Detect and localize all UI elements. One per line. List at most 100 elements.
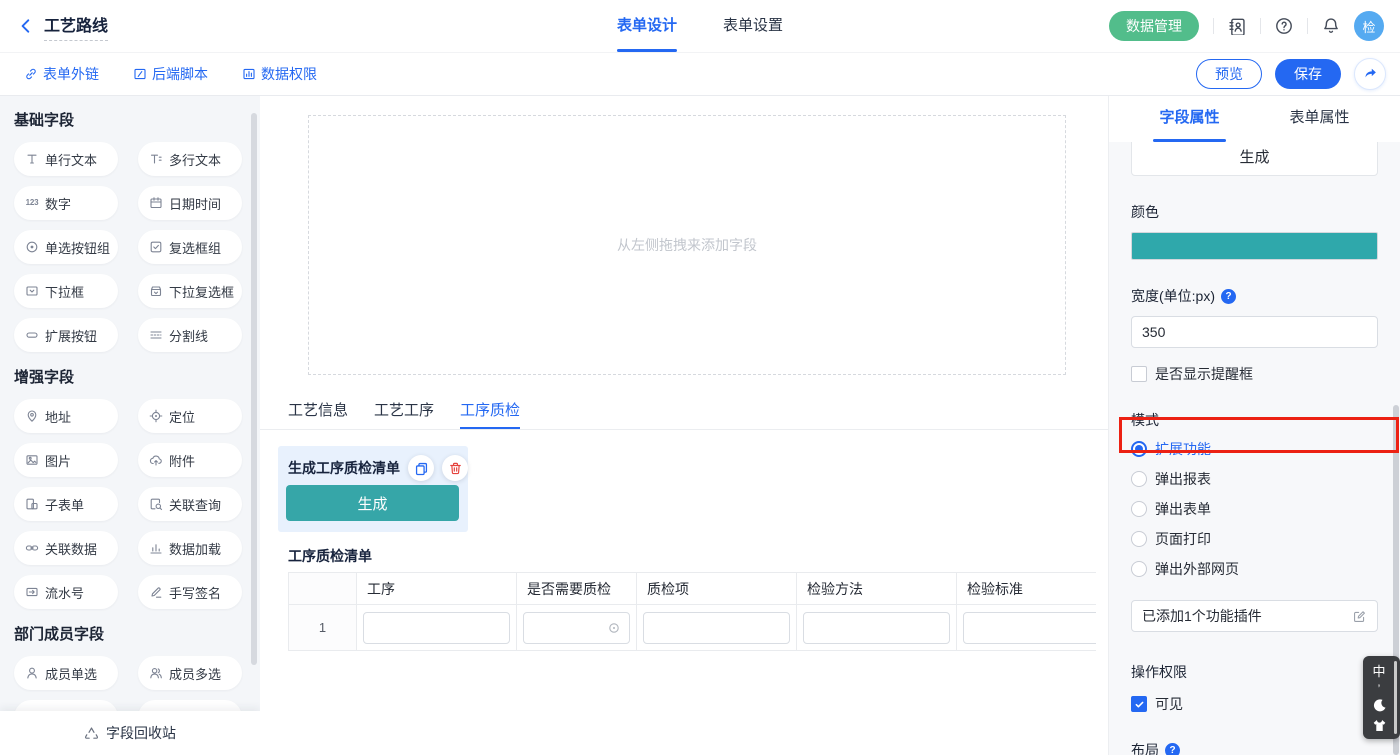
panel-tab-0[interactable]: 字段属性 [1153, 95, 1225, 142]
mode-option-3[interactable]: 页面打印 [1131, 524, 1378, 554]
field-item-label: 附件 [169, 451, 195, 470]
divider [1213, 18, 1214, 34]
width-input[interactable] [1131, 316, 1378, 348]
share-icon[interactable] [1354, 58, 1386, 90]
table-cell-input[interactable] [363, 612, 510, 644]
help-badge-icon[interactable]: ? [1165, 743, 1180, 755]
trash-icon[interactable] [442, 455, 468, 481]
button-preview[interactable]: 生成 [1131, 142, 1378, 176]
field-item[interactable]: 单行文本 [14, 142, 118, 176]
toolbar-link-2[interactable]: 数据权限 [242, 64, 317, 84]
dropzone-hint: 从左侧拖拽来添加字段 [617, 235, 757, 255]
field-item[interactable]: 123数字 [14, 186, 118, 220]
header-tab-0[interactable]: 表单设计 [617, 0, 677, 52]
field-item[interactable]: 下拉框 [14, 274, 118, 308]
sidebar-scrollbar[interactable] [251, 113, 257, 665]
canvas-tab-0[interactable]: 工艺信息 [288, 394, 348, 429]
reminder-checkbox-row[interactable]: 是否显示提醒框 [1131, 364, 1378, 384]
bell-icon[interactable] [1322, 17, 1340, 35]
field-item[interactable]: 分割线 [138, 318, 242, 352]
help-badge-icon[interactable]: ? [1221, 289, 1236, 304]
subtable: 工序是否需要质检质检项检验方法检验标准 1 [288, 572, 1096, 651]
punctuation-icon[interactable]: ’ [1378, 686, 1380, 693]
table-cell-input[interactable] [963, 612, 1096, 644]
ime-language-indicator[interactable]: 中 [1372, 661, 1385, 680]
field-item[interactable]: 附件 [138, 443, 242, 477]
field-item[interactable]: 扩展按钮 [14, 318, 118, 352]
plugin-field[interactable]: 已添加1个功能插件 [1131, 600, 1378, 632]
visible-checkbox[interactable] [1131, 696, 1147, 712]
field-item[interactable]: 关联数据 [14, 531, 118, 565]
radio-icon[interactable] [1131, 441, 1147, 457]
mode-option-0[interactable]: 扩展功能 [1131, 434, 1378, 464]
shirt-icon[interactable] [1372, 718, 1387, 733]
table-cell [637, 605, 797, 651]
link-icon [24, 67, 38, 81]
mode-option-2[interactable]: 弹出表单 [1131, 494, 1378, 524]
radio-icon[interactable] [1131, 471, 1147, 487]
table-column-header: 工序 [357, 573, 517, 605]
toolbar-link-label: 数据权限 [261, 64, 317, 84]
sidebar-section-title: 部门成员字段 [14, 623, 246, 644]
field-item[interactable]: 流水号 [14, 575, 118, 609]
field-recycle-bin[interactable]: 字段回收站 [0, 711, 260, 755]
width-label: 宽度(单位:px) ? [1131, 286, 1378, 306]
avatar[interactable]: 检 [1354, 11, 1384, 41]
selected-field-widget[interactable]: 生成工序质检清单 生成 [278, 446, 468, 532]
table-column-header: 检验标准 [957, 573, 1097, 605]
radio-icon[interactable] [1131, 531, 1147, 547]
header-tabs: 表单设计表单设置 [617, 0, 783, 52]
save-button[interactable]: 保存 [1275, 59, 1341, 89]
table-cell [797, 605, 957, 651]
contacts-icon[interactable] [1228, 17, 1246, 35]
field-item[interactable]: 单选按钮组 [14, 230, 118, 264]
toolbar-link-1[interactable]: 后端脚本 [133, 64, 208, 84]
copy-icon[interactable] [408, 455, 434, 481]
field-item[interactable]: 数据加载 [138, 531, 242, 565]
ime-toolbar[interactable]: 中 ’ [1363, 656, 1400, 739]
field-item[interactable]: 成员多选 [138, 656, 242, 690]
visible-checkbox-row[interactable]: 可见 [1131, 694, 1378, 714]
reminder-checkbox[interactable] [1131, 366, 1147, 382]
field-item-label: 图片 [45, 451, 71, 470]
field-item[interactable]: 关联查询 [138, 487, 242, 521]
table-cell-input[interactable] [523, 612, 630, 644]
canvas-tab-2[interactable]: 工序质检 [460, 394, 520, 429]
generate-button[interactable]: 生成 [286, 485, 459, 521]
field-item[interactable]: 手写签名 [138, 575, 242, 609]
location-icon [149, 409, 163, 423]
field-item[interactable]: 地址 [14, 399, 118, 433]
help-icon[interactable] [1275, 17, 1293, 35]
field-item[interactable]: 成员单选 [14, 656, 118, 690]
field-item[interactable]: 定位 [138, 399, 242, 433]
field-item-label: 关联数据 [45, 539, 97, 558]
table-cell-input[interactable] [643, 612, 790, 644]
field-item-label: 多行文本 [169, 150, 221, 169]
canvas-tab-1[interactable]: 工艺工序 [374, 394, 434, 429]
field-item[interactable]: 复选框组 [138, 230, 242, 264]
table-cell-input[interactable] [803, 612, 950, 644]
data-manage-button[interactable]: 数据管理 [1109, 11, 1199, 41]
preview-button[interactable]: 预览 [1196, 59, 1262, 89]
radio-icon[interactable] [1131, 501, 1147, 517]
toolbar-link-0[interactable]: 表单外链 [24, 64, 99, 84]
moon-icon[interactable] [1372, 698, 1387, 713]
field-item[interactable]: 多行文本 [138, 142, 242, 176]
edit-icon[interactable] [1352, 609, 1367, 624]
dropzone[interactable]: 从左侧拖拽来添加字段 [308, 115, 1066, 375]
toolbar-link-label: 表单外链 [43, 64, 99, 84]
field-item[interactable]: 日期时间 [138, 186, 242, 220]
panel-tab-1[interactable]: 表单属性 [1284, 95, 1356, 142]
back-icon[interactable] [18, 18, 34, 34]
radio-icon[interactable] [1131, 561, 1147, 577]
color-swatch[interactable] [1131, 232, 1378, 260]
panel-tabs: 字段属性 表单属性 [1109, 95, 1400, 143]
field-sidebar: 基础字段单行文本多行文本123数字日期时间单选按钮组复选框组下拉框下拉复选框扩展… [0, 95, 260, 755]
field-item[interactable]: 子表单 [14, 487, 118, 521]
mode-option-1[interactable]: 弹出报表 [1131, 464, 1378, 494]
field-item[interactable]: 图片 [14, 443, 118, 477]
field-item[interactable]: 下拉复选框 [138, 274, 242, 308]
mode-option-label: 弹出报表 [1155, 469, 1211, 489]
mode-option-4[interactable]: 弹出外部网页 [1131, 554, 1378, 584]
header-tab-1[interactable]: 表单设置 [723, 0, 783, 52]
